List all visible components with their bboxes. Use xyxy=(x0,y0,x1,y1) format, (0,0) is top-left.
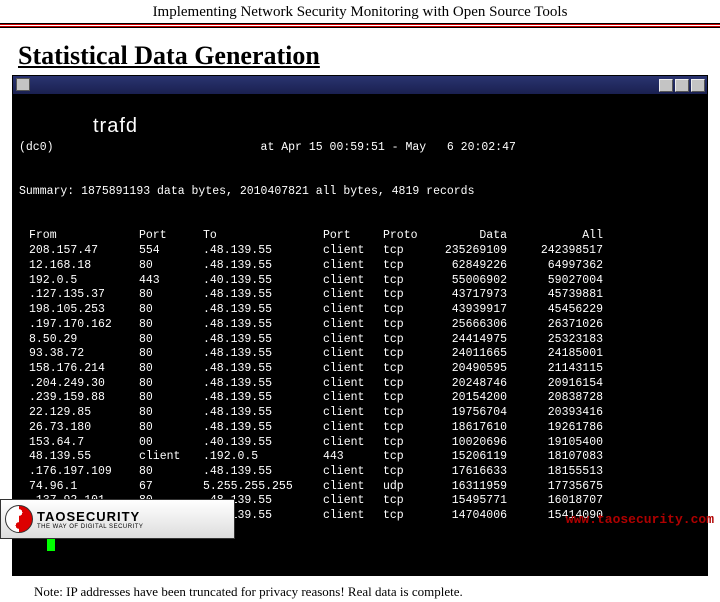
term-line-2: Summary: 1875891193 data bytes, 20104078… xyxy=(19,185,701,200)
table-row: 48.139.55client.192.0.5443tcp15206119181… xyxy=(19,450,701,465)
table-row: .127.135.3780.48.139.55clienttcp43717973… xyxy=(19,288,701,303)
table-header: FromPortToPortProtoDataAll xyxy=(19,229,701,244)
maximize-button[interactable] xyxy=(675,79,689,92)
table-row: 93.38.7280.48.139.55clienttcp24011665241… xyxy=(19,347,701,362)
slide-top-title: Implementing Network Security Monitoring… xyxy=(0,0,720,23)
system-menu-icon[interactable] xyxy=(16,78,30,91)
table-row: .204.249.3080.48.139.55clienttcp20248746… xyxy=(19,377,701,392)
trafd-label: trafd xyxy=(93,114,138,140)
close-button[interactable] xyxy=(691,79,705,92)
table-row: .239.159.8880.48.139.55clienttcp20154200… xyxy=(19,391,701,406)
table-row: 158.176.21480.48.139.55clienttcp20490595… xyxy=(19,362,701,377)
page-number: 33 xyxy=(0,511,720,527)
term-line-1: (dc0) at Apr 15 00:59:51 - May 6 20:02:4… xyxy=(19,141,701,156)
table-row: 8.50.2980.48.139.55clienttcp244149752532… xyxy=(19,333,701,348)
table-row: 26.73.18080.48.139.55clienttcp1861761019… xyxy=(19,421,701,436)
section-title: Statistical Data Generation xyxy=(0,29,720,75)
footer: TAOSECURITY THE WAY OF DIGITAL SECURITY … xyxy=(0,498,720,540)
table-row: 22.129.8580.48.139.55clienttcp1975670420… xyxy=(19,406,701,421)
table-row: 192.0.5443.40.139.55clienttcp55006902590… xyxy=(19,274,701,289)
stats-table: FromPortToPortProtoDataAll208.157.47554.… xyxy=(19,229,701,523)
table-row: .197.170.16280.48.139.55clienttcp2566630… xyxy=(19,318,701,333)
table-row: .176.197.10980.48.139.55clienttcp1761663… xyxy=(19,465,701,480)
table-row: 198.105.25380.48.139.55clienttcp43939917… xyxy=(19,303,701,318)
table-row: 74.96.1675.255.255.255clientudp163119591… xyxy=(19,480,701,495)
cursor xyxy=(47,539,55,551)
table-row: 153.64.700.40.139.55clienttcp10020696191… xyxy=(19,436,701,451)
table-row: 12.168.1880.48.139.55clienttcp6284922664… xyxy=(19,259,701,274)
minimize-button[interactable] xyxy=(659,79,673,92)
window-titlebar[interactable] xyxy=(13,76,707,94)
table-row: 208.157.47554.48.139.55clienttcp23526910… xyxy=(19,244,701,259)
note-text: Note: IP addresses have been truncated f… xyxy=(0,576,720,602)
